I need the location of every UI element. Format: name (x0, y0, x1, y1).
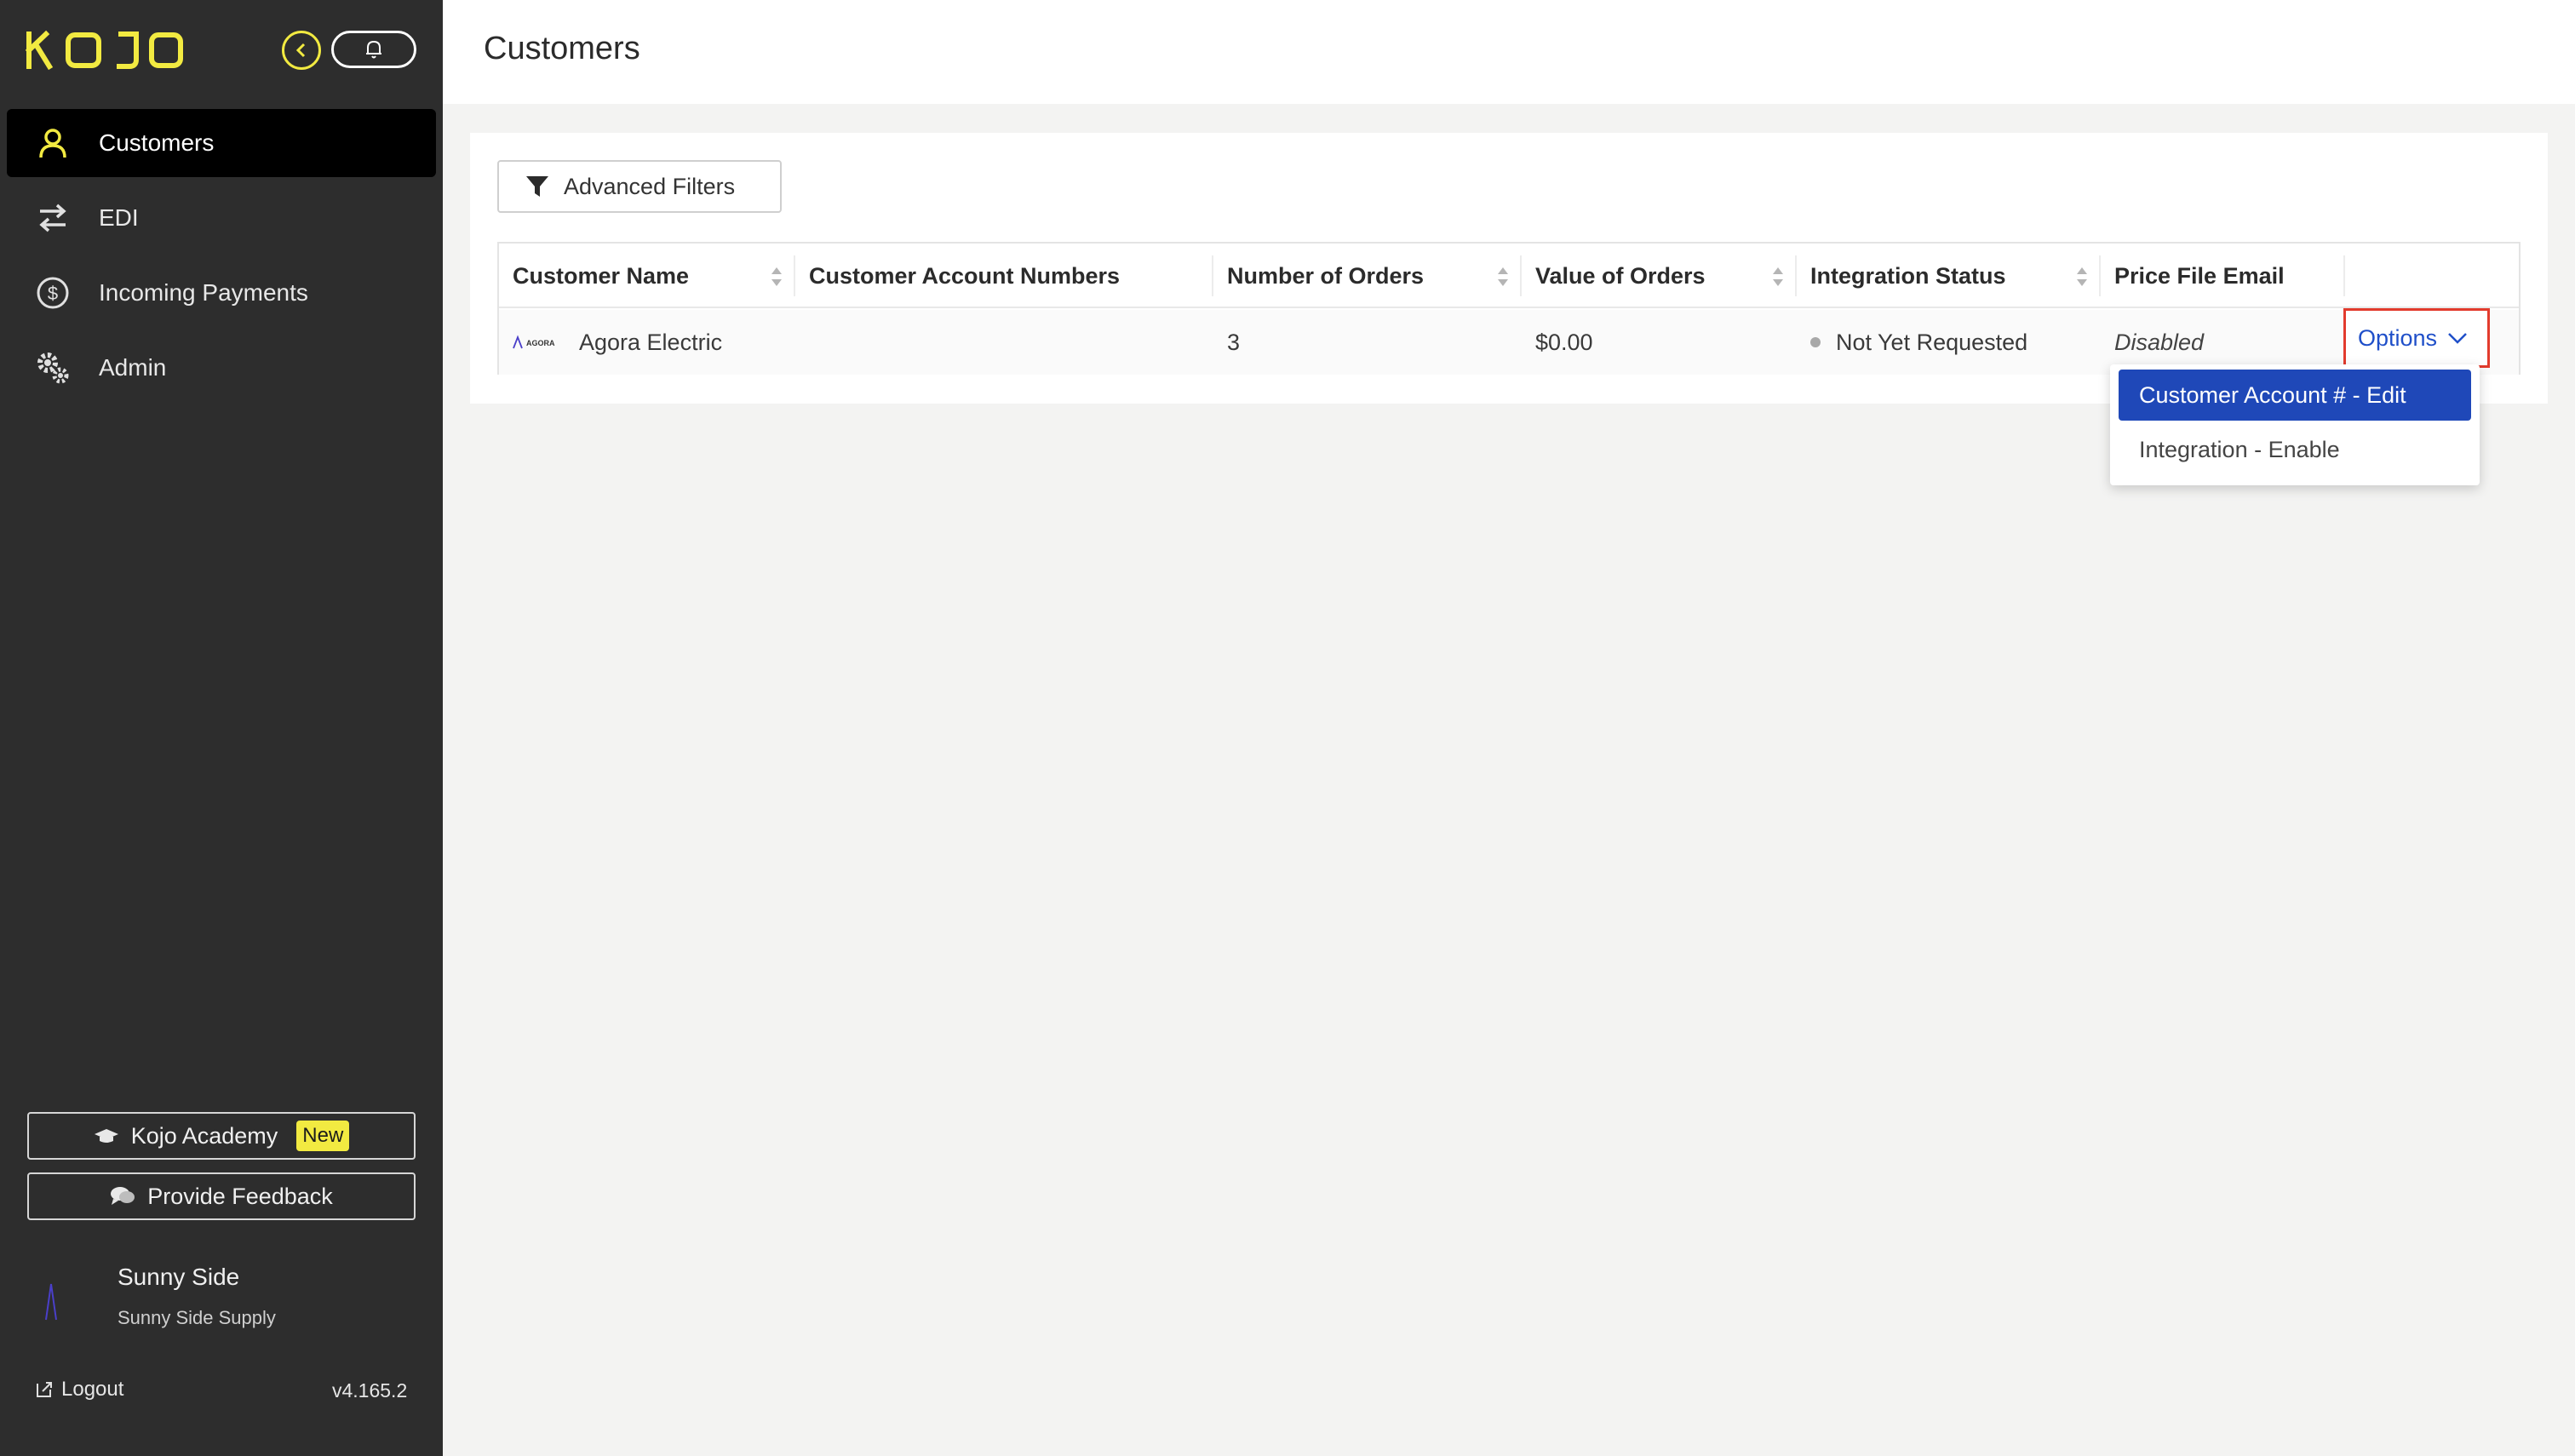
advanced-filters-label: Advanced Filters (564, 173, 736, 199)
page-title: Customers (484, 31, 640, 66)
sidebar-item-label: Incoming Payments (99, 279, 308, 306)
column-header-number-of-orders[interactable]: Number of Orders (1213, 244, 1522, 308)
bell-icon (366, 40, 381, 59)
cell-account-numbers (795, 310, 1213, 375)
logout-icon (34, 1379, 54, 1400)
sidebar-item-admin[interactable]: Admin (7, 334, 436, 402)
gears-icon (34, 349, 72, 387)
funnel-icon (525, 174, 550, 199)
collapse-sidebar-button[interactable] (282, 31, 321, 70)
status-dot (1810, 337, 1821, 347)
sidebar-item-label: Admin (99, 354, 167, 381)
agora-logo: AGORA (513, 334, 565, 351)
sidebar-item-incoming-payments[interactable]: $ Incoming Payments (7, 259, 436, 327)
column-header-customer-account-numbers: Customer Account Numbers (795, 244, 1213, 308)
integration-status-text: Not Yet Requested (1836, 329, 2028, 355)
sort-icon (1496, 266, 1510, 294)
dollar-circle-icon: $ (34, 274, 72, 312)
sort-icon (1771, 266, 1785, 294)
menu-item-edit-customer-account[interactable]: Customer Account # - Edit (2119, 370, 2471, 421)
cell-value-of-orders: $0.00 (1535, 329, 1593, 355)
sidebar-item-label: EDI (99, 204, 139, 231)
options-label: Options (2358, 324, 2438, 351)
sidebar-item-customers[interactable]: Customers (7, 109, 436, 177)
cell-number-of-orders: 3 (1227, 329, 1241, 355)
logout-button[interactable]: Logout (34, 1378, 123, 1402)
user-icon (34, 124, 72, 162)
chat-bubbles-icon (110, 1185, 135, 1207)
kojo-logo[interactable] (25, 29, 184, 72)
logout-label: Logout (61, 1378, 124, 1401)
svg-text:$: $ (48, 283, 58, 304)
graduation-cap-icon (94, 1127, 119, 1144)
column-header-value-of-orders[interactable]: Value of Orders (1522, 244, 1797, 308)
transfer-arrows-icon (34, 199, 72, 237)
customers-table: Customer Name Customer Account Numbers N… (497, 242, 2521, 375)
column-header-customer-name[interactable]: Customer Name (499, 244, 795, 308)
cell-customer-name: AGORA Agora Electric (499, 310, 795, 375)
sort-icon (2075, 266, 2089, 294)
agora-logo-text: AGORA (526, 339, 555, 347)
account-name: Sunny Side (118, 1264, 240, 1290)
account-company: Sunny Side Supply (118, 1307, 276, 1328)
sidebar-item-label: Customers (99, 129, 215, 156)
sidebar: Customers EDI $ Incoming Payments Admin … (0, 0, 443, 1456)
chevron-down-icon (2447, 331, 2468, 345)
sidebar-item-edi[interactable]: EDI (7, 184, 436, 252)
kojo-academy-label: Kojo Academy (130, 1122, 278, 1149)
column-header-integration-status[interactable]: Integration Status (1797, 244, 2101, 308)
provide-feedback-button[interactable]: Provide Feedback (27, 1172, 416, 1220)
app-version: v4.165.2 (332, 1379, 408, 1402)
kojo-academy-button[interactable]: Kojo Academy New (27, 1112, 416, 1160)
new-badge: New (296, 1121, 350, 1151)
options-menu: Customer Account # - Edit Integration - … (2110, 364, 2480, 485)
customer-name[interactable]: Agora Electric (579, 330, 722, 356)
provide-feedback-label: Provide Feedback (147, 1183, 333, 1209)
notifications-button[interactable] (331, 31, 416, 68)
cell-integration-status: Not Yet Requested (1797, 310, 2101, 375)
column-header-price-file-email: Price File Email (2101, 244, 2345, 308)
advanced-filters-button[interactable]: Advanced Filters (497, 160, 782, 213)
sort-icon (770, 266, 783, 294)
table-header: Customer Name Customer Account Numbers N… (499, 244, 2519, 308)
menu-item-enable-integration[interactable]: Integration - Enable (2119, 424, 2471, 475)
customers-panel: Advanced Filters Customer Name Customer … (470, 133, 2548, 404)
account-logo (36, 1277, 70, 1325)
sidebar-nav: Customers EDI $ Incoming Payments Admin (7, 109, 436, 409)
options-dropdown-button[interactable]: Options (2343, 308, 2490, 368)
chevron-left-icon (295, 43, 306, 58)
header: Customers (443, 0, 2575, 104)
